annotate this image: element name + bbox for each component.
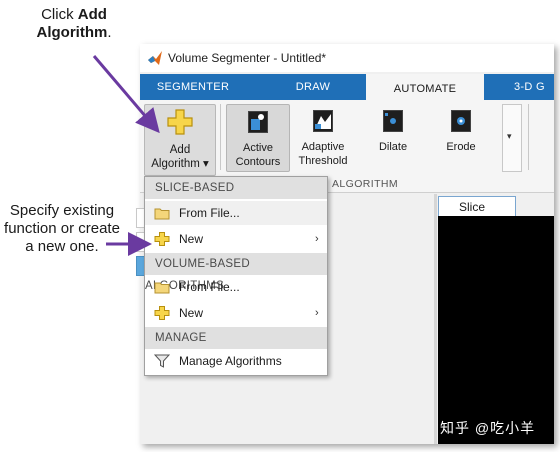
callout-arrows xyxy=(92,55,160,256)
arrow-to-add-algorithm xyxy=(92,55,160,134)
watermark: 知乎 @吃小羊 xyxy=(440,420,536,436)
